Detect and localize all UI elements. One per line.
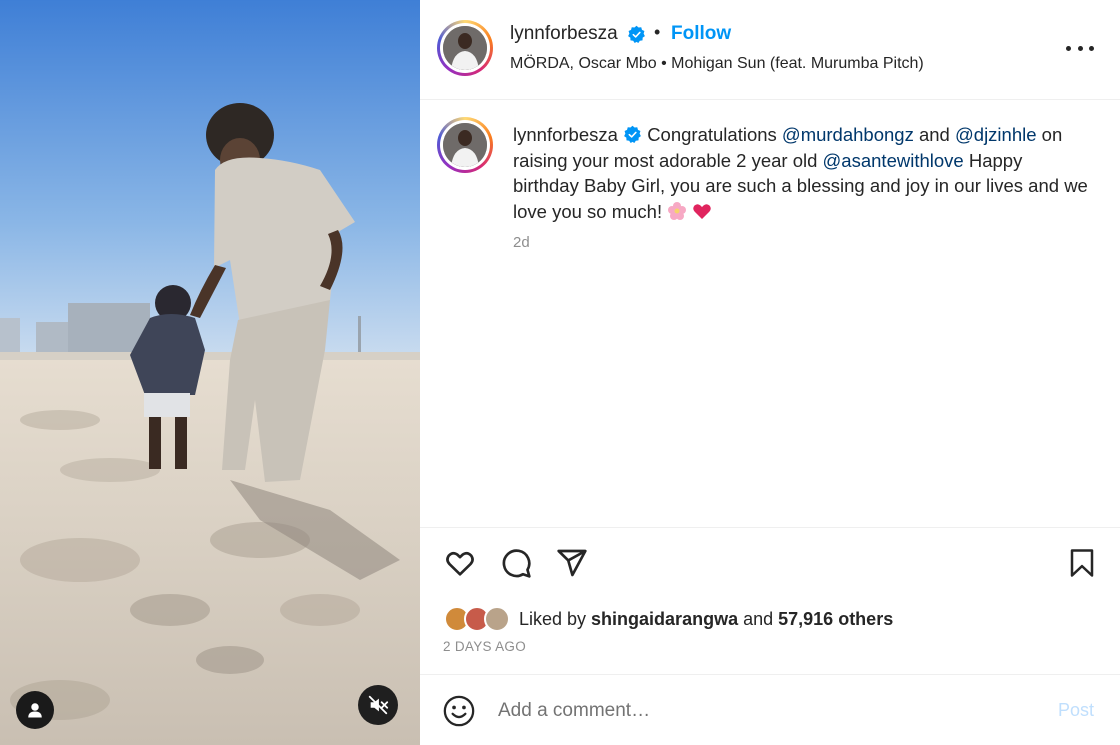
audio-track-link[interactable]: MÖRDA, Oscar Mbo • Mohigan Sun (feat. Mu…	[510, 55, 924, 73]
caption-timestamp[interactable]: 2d	[513, 234, 530, 251]
post-date[interactable]: 2 DAYS AGO	[443, 639, 526, 654]
share-button[interactable]	[554, 545, 590, 581]
author-avatar[interactable]	[437, 20, 493, 76]
mention-link[interactable]: @murdahbongz	[782, 124, 914, 145]
liker-username[interactable]: shingaidarangwa	[591, 609, 738, 629]
likes-text: Liked by shingaidarangwa and 57,916 othe…	[519, 609, 893, 630]
separator-dot: •	[654, 22, 661, 42]
send-icon	[557, 549, 587, 577]
likes-conjunction: and	[738, 609, 779, 629]
caption-author-photo	[443, 123, 487, 167]
post-media-video[interactable]	[0, 0, 420, 745]
author-username[interactable]: lynnforbesza	[510, 23, 618, 45]
like-button[interactable]	[442, 545, 478, 581]
follow-button[interactable]: Follow	[671, 23, 731, 45]
save-button[interactable]	[1064, 545, 1100, 581]
smiley-icon	[443, 695, 475, 727]
comment-button[interactable]	[498, 545, 534, 581]
verified-badge-icon	[624, 125, 641, 144]
post-header: lynnforbesza • Follow MÖRDA, Oscar Mbo •…	[420, 0, 1120, 100]
caption-author-avatar[interactable]	[437, 117, 493, 173]
more-options-icon	[1066, 45, 1071, 51]
comment-input[interactable]	[498, 695, 1038, 727]
post-details-panel: lynnforbesza • Follow MÖRDA, Oscar Mbo •…	[420, 0, 1120, 745]
muted-speaker-icon	[368, 695, 389, 715]
liker-avatar[interactable]	[484, 606, 510, 632]
bookmark-icon	[1070, 549, 1094, 577]
comment-icon	[502, 549, 531, 578]
post-caption: lynnforbesza Congratulations @murdahbong…	[513, 122, 1093, 224]
verified-badge	[627, 25, 646, 46]
beach-scene-image	[0, 0, 420, 745]
verified-badge-icon	[628, 25, 645, 44]
action-bar	[420, 545, 1120, 585]
likes-prefix: Liked by	[519, 609, 592, 629]
caption-username[interactable]: lynnforbesza	[513, 124, 618, 145]
comment-bar: Post	[420, 674, 1120, 745]
user-tag-button[interactable]	[16, 691, 54, 729]
mention-link[interactable]: @djzinhle	[955, 124, 1037, 145]
more-options-button[interactable]	[1066, 36, 1094, 60]
caption-text: Congratulations	[647, 124, 782, 145]
mention-link[interactable]: @asantewithlove	[823, 150, 964, 171]
likes-summary: Liked by shingaidarangwa and 57,916 othe…	[444, 604, 1104, 634]
user-tag-icon	[28, 703, 42, 718]
caption-text: and	[913, 124, 955, 145]
caption-section: lynnforbesza Congratulations @murdahbong…	[420, 100, 1120, 528]
likes-count[interactable]: 57,916 others	[778, 609, 893, 629]
flower-emoji-icon	[668, 201, 687, 220]
author-photo	[443, 26, 487, 70]
post-comment-button[interactable]: Post	[1058, 700, 1094, 721]
mute-toggle-button[interactable]	[358, 685, 398, 725]
liker-avatars	[444, 604, 510, 634]
heart-emoji-icon	[693, 203, 712, 219]
heart-icon	[446, 551, 474, 576]
emoji-picker-button[interactable]	[442, 694, 476, 728]
